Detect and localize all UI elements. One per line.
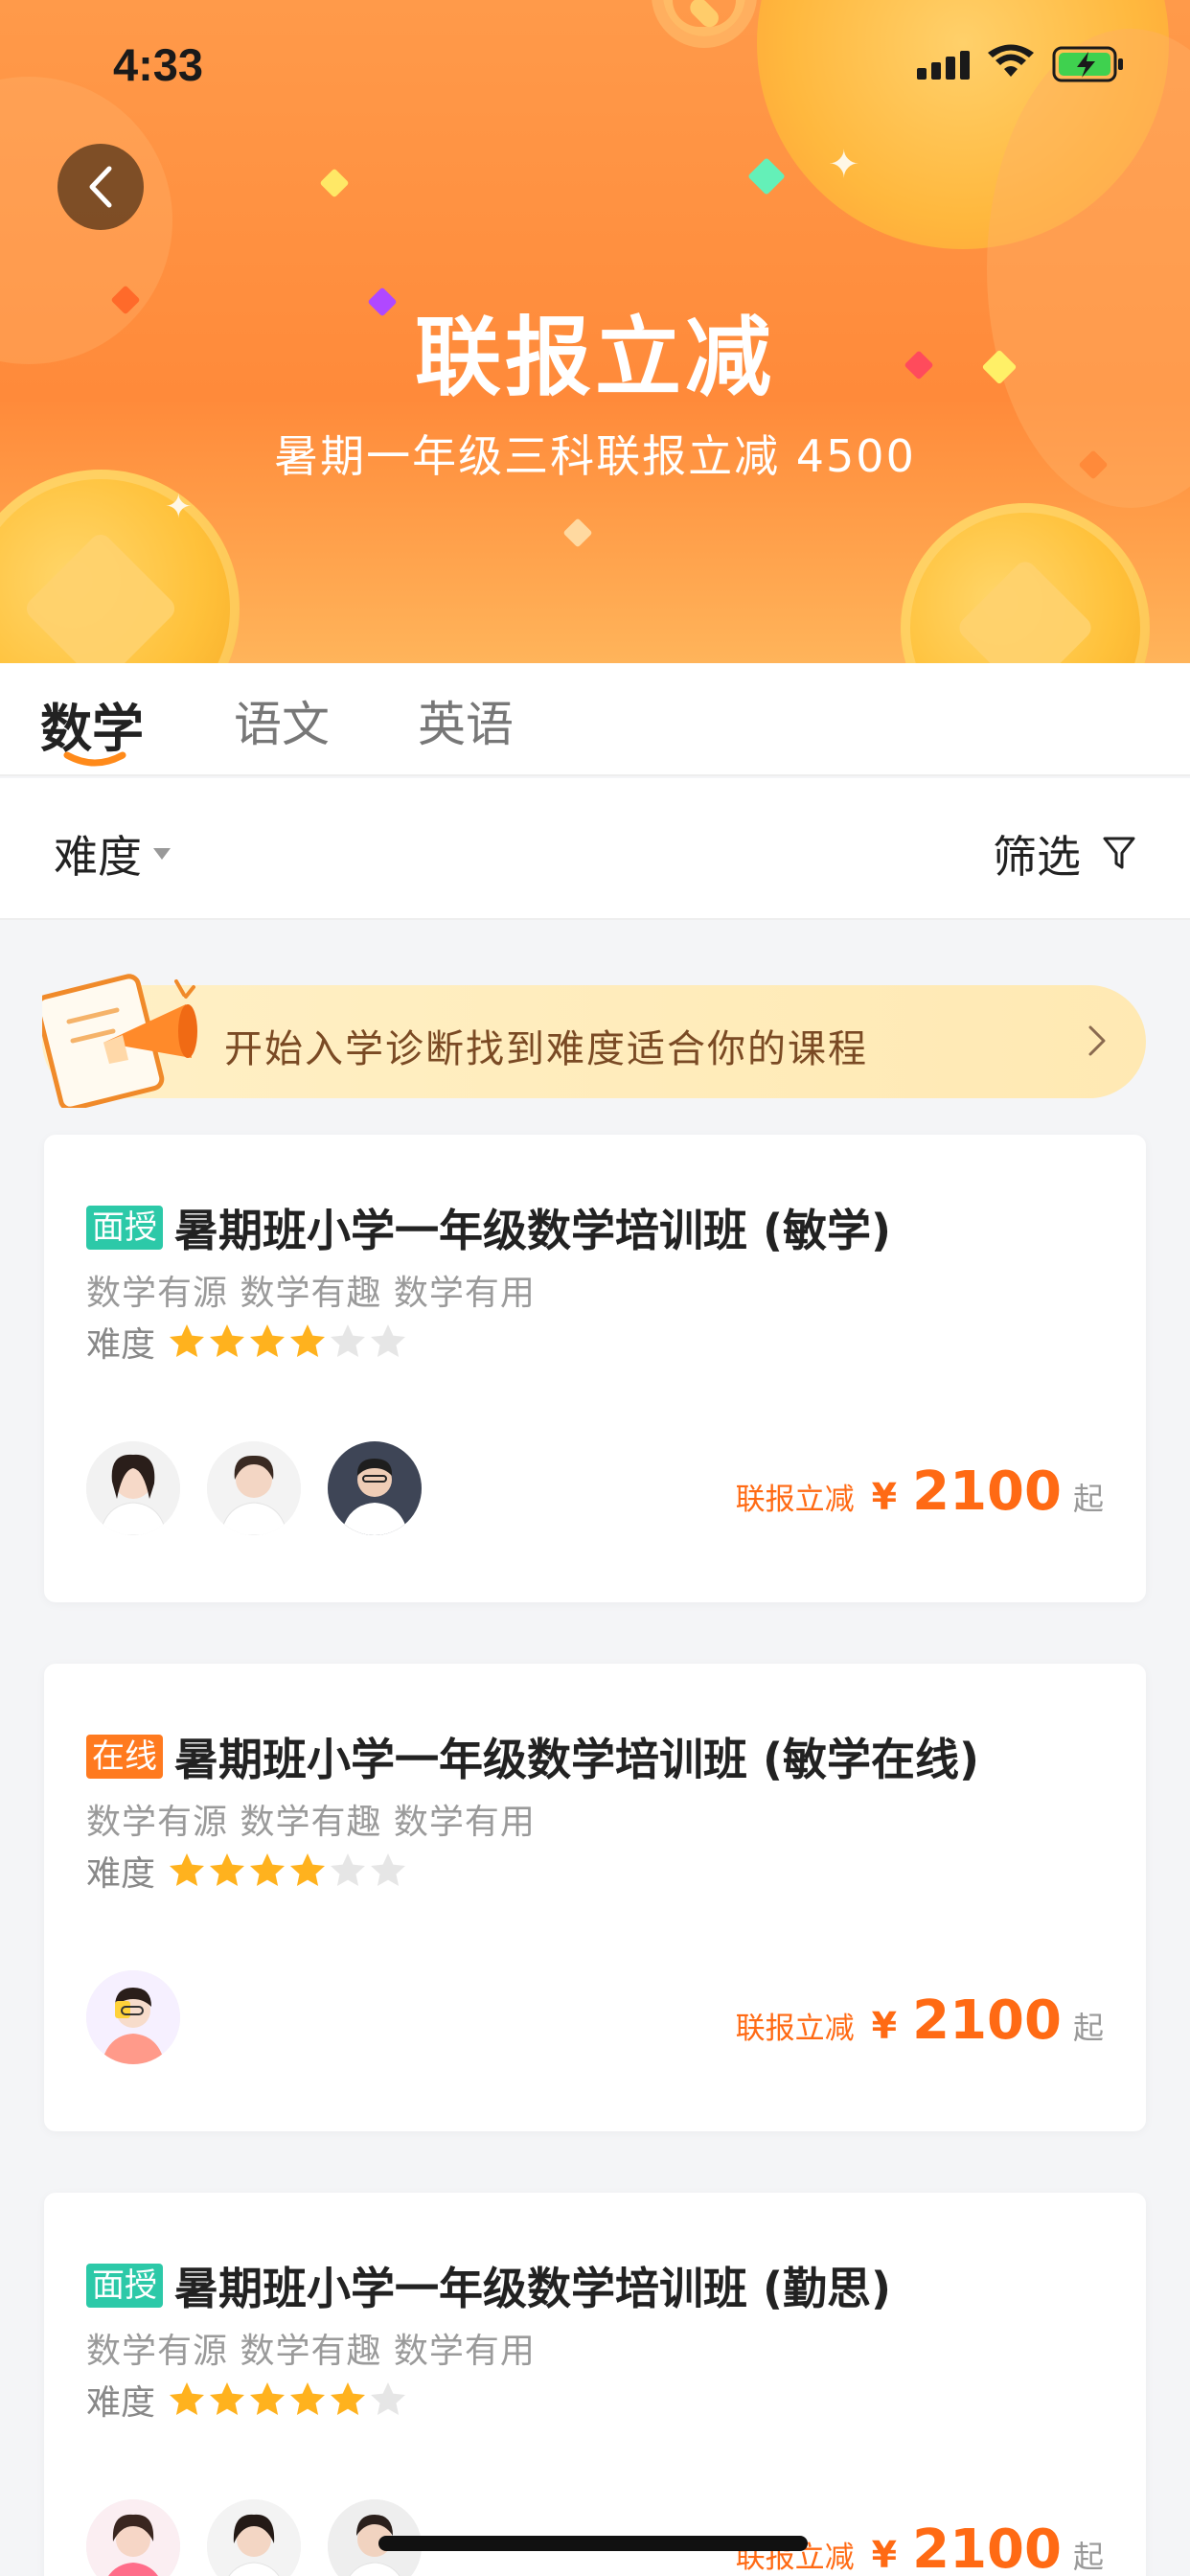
price-label: 联报立减 [735, 1483, 855, 1517]
course-card[interactable]: 面授 暑期班小学一年级数学培训班 (敏学) 数学有源 数学有趣 数学有用 难度 … [44, 1135, 1146, 1602]
price-currency: ¥ [871, 1476, 898, 1518]
teacher-avatar[interactable] [86, 1441, 180, 1535]
difficulty-label: 难度 [86, 1854, 156, 1894]
star-filled-icon [290, 1324, 326, 1357]
course-price: 联报立减 ¥ 2100 起 [736, 1460, 1104, 1523]
difficulty-stars [167, 1322, 408, 1362]
tab-chinese[interactable]: 语文 [234, 686, 330, 755]
course-price: 联报立减 ¥ 2100 起 [736, 1990, 1104, 2052]
course-title-row: 面授 暑期班小学一年级数学培训班 (勤思) [86, 2254, 891, 2317]
course-title: 暑期班小学一年级数学培训班 (敏学) [174, 1205, 892, 1256]
active-tab-indicator [63, 751, 126, 767]
star-empty-icon [331, 1324, 366, 1357]
battery-icon [1052, 46, 1123, 82]
course-title: 暑期班小学一年级数学培训班 (敏学在线) [174, 1734, 980, 1785]
course-difficulty: 难度 [86, 1846, 408, 1896]
decor-coin [0, 470, 240, 663]
confetti [747, 157, 786, 196]
course-title-row: 面授 暑期班小学一年级数学培训班 (敏学) [86, 1196, 891, 1259]
difficulty-dropdown[interactable]: 难度 [54, 822, 171, 886]
confetti [562, 518, 593, 548]
star-filled-icon [331, 2382, 366, 2415]
course-mode-badge: 面授 [86, 2264, 163, 2308]
sparkle-icon: ✦ [165, 488, 193, 526]
course-mode-badge: 面授 [86, 1206, 163, 1250]
teacher-avatar[interactable] [328, 1441, 422, 1535]
sparkle-icon: ✦ [828, 143, 860, 187]
teacher-avatar[interactable] [207, 2499, 301, 2576]
star-filled-icon [170, 1324, 205, 1357]
chevron-left-icon [89, 166, 112, 208]
star-filled-icon [290, 1853, 326, 1886]
course-description: 数学有源 数学有趣 数学有用 [86, 1803, 536, 1842]
course-description: 数学有源 数学有趣 数学有用 [86, 2332, 536, 2371]
decor-coin [901, 503, 1150, 663]
course-difficulty: 难度 [86, 1317, 408, 1367]
tab-english[interactable]: 英语 [418, 686, 514, 755]
diagnosis-banner-text: 开始入学诊断找到难度适合你的课程 [224, 1027, 868, 1071]
course-mode-badge: 在线 [86, 1735, 163, 1779]
star-empty-icon [371, 1324, 406, 1357]
confetti [319, 168, 350, 198]
price-suffix: 起 [1072, 2539, 1104, 2575]
course-description: 数学有源 数学有趣 数学有用 [86, 1274, 536, 1313]
difficulty-stars [167, 1851, 408, 1891]
star-filled-icon [210, 1324, 245, 1357]
star-empty-icon [371, 2382, 406, 2415]
course-title: 暑期班小学一年级数学培训班 (勤思) [174, 2263, 892, 2314]
teacher-avatar[interactable] [86, 2499, 180, 2576]
price-value: 2100 [912, 1990, 1062, 2052]
course-card[interactable]: 在线 暑期班小学一年级数学培训班 (敏学在线) 数学有源 数学有趣 数学有用 难… [44, 1664, 1146, 2131]
filter-bar: 难度 筛选 [0, 778, 1190, 920]
status-time: 4:33 [113, 39, 204, 90]
back-button[interactable] [57, 144, 144, 230]
subject-tabs: 数学 语文 英语 [0, 663, 1190, 776]
price-value: 2100 [912, 2518, 1062, 2576]
diagnosis-banner[interactable]: 开始入学诊断找到难度适合你的课程 [42, 985, 1146, 1098]
price-currency: ¥ [871, 2534, 898, 2576]
star-filled-icon [170, 2382, 205, 2415]
teacher-avatars [86, 1970, 207, 2064]
chevron-right-icon [1088, 1025, 1106, 1056]
price-label: 联报立减 [735, 2012, 855, 2046]
star-empty-icon [331, 1853, 366, 1886]
filter-button-label: 筛选 [993, 831, 1081, 883]
hero-subtitle: 暑期一年级三科联报立减 4500 [274, 430, 916, 482]
status-bar: 4:33 [0, 0, 1190, 126]
course-difficulty: 难度 [86, 2375, 408, 2425]
star-filled-icon [210, 2382, 245, 2415]
price-suffix: 起 [1072, 1481, 1104, 1517]
funnel-icon [1103, 837, 1135, 869]
teacher-avatars [86, 1441, 448, 1535]
megaphone-icon [42, 974, 197, 1108]
course-card[interactable]: 面授 暑期班小学一年级数学培训班 (勤思) 数学有源 数学有趣 数学有用 难度 … [44, 2193, 1146, 2576]
star-filled-icon [170, 1853, 205, 1886]
star-filled-icon [250, 1324, 286, 1357]
hero-title: 联报立减 [415, 308, 775, 408]
star-filled-icon [250, 2382, 286, 2415]
price-suffix: 起 [1072, 2010, 1104, 2046]
teacher-avatar[interactable] [86, 1970, 180, 2064]
home-indicator [378, 2536, 808, 2551]
wifi-icon [988, 44, 1034, 77]
filter-button[interactable]: 筛选 [993, 822, 1136, 886]
caret-down-icon [153, 848, 171, 860]
price-currency: ¥ [871, 2005, 898, 2047]
difficulty-stars [167, 2380, 408, 2420]
difficulty-label: 难度 [86, 1325, 156, 1365]
promo-banner: ✦ ✦ 4:33 联报立减 暑期一年级三科联报立减 4500 [0, 0, 1190, 663]
signal-icon [917, 51, 970, 80]
difficulty-dropdown-label: 难度 [54, 831, 142, 883]
price-value: 2100 [912, 1460, 1062, 1523]
star-filled-icon [290, 2382, 326, 2415]
difficulty-label: 难度 [86, 2383, 156, 2423]
star-filled-icon [210, 1853, 245, 1886]
teacher-avatar[interactable] [207, 1441, 301, 1535]
star-filled-icon [250, 1853, 286, 1886]
star-empty-icon [371, 1853, 406, 1886]
course-title-row: 在线 暑期班小学一年级数学培训班 (敏学在线) [86, 1725, 979, 1788]
